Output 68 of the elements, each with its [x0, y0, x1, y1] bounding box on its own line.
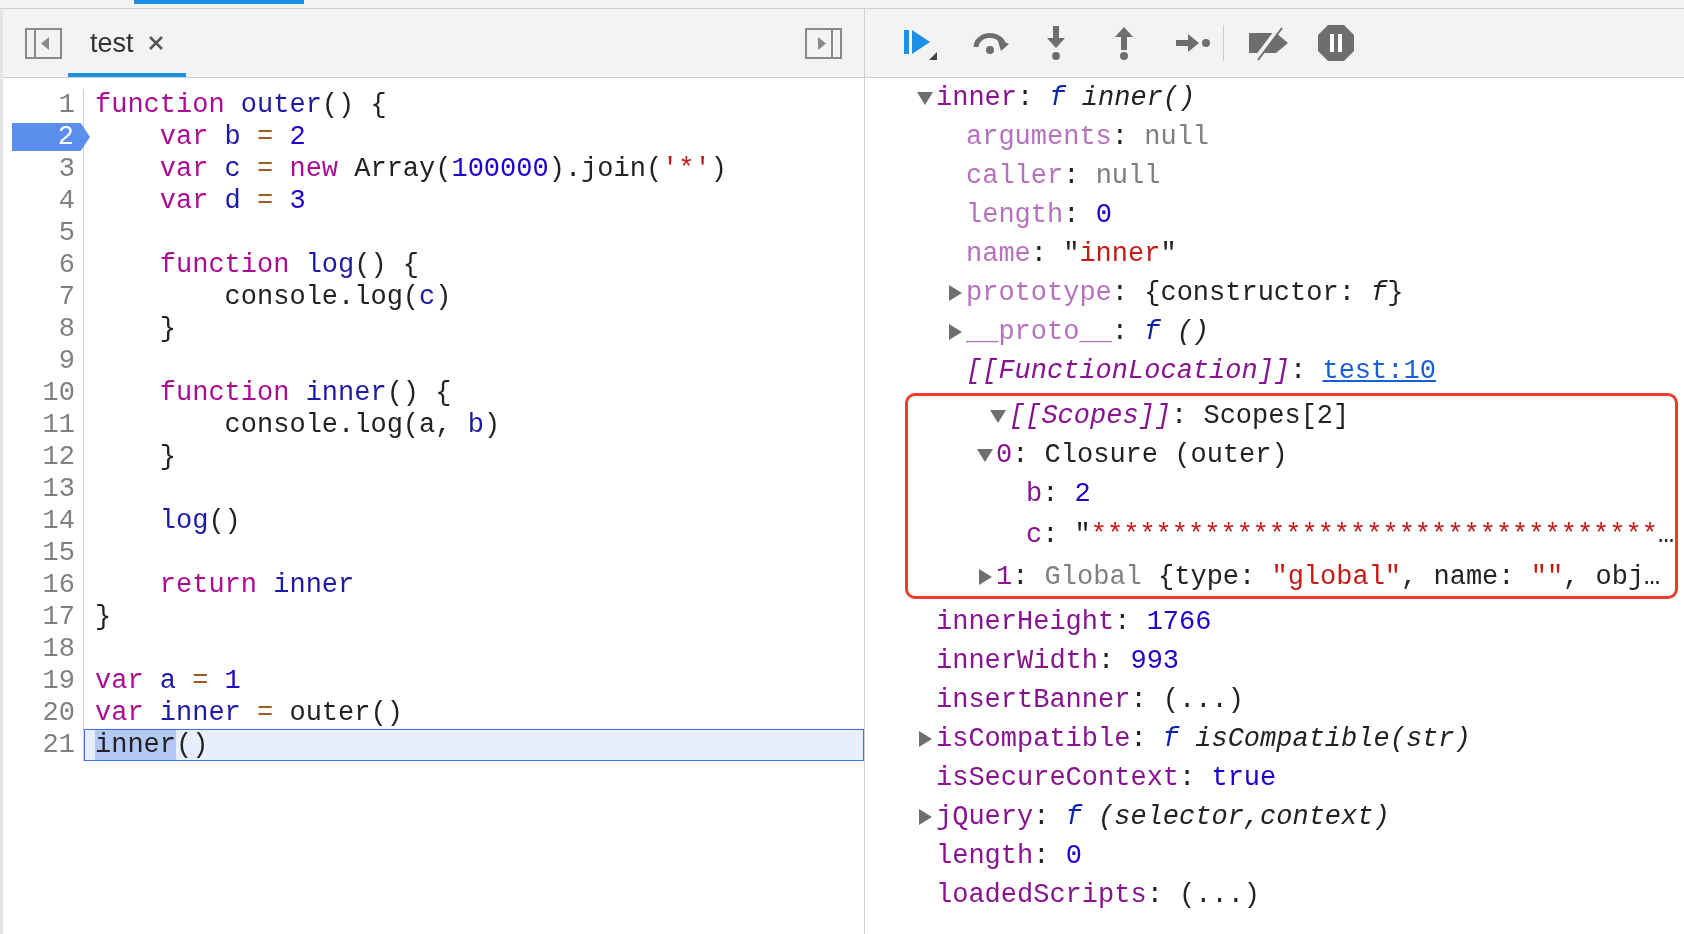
- property-entry: isCompatible: f isCompatible(str): [936, 723, 1471, 754]
- property-entry: 1: Global {type: "global", name: "", obj…: [996, 561, 1661, 592]
- close-icon[interactable]: [147, 35, 164, 51]
- pause-icon: [1316, 23, 1356, 63]
- line-number: 5: [58, 217, 76, 249]
- code-line: var d = 3: [158, 185, 307, 217]
- property-entry: b: 2: [1026, 478, 1091, 509]
- code-line: var inner = outer(): [94, 697, 404, 729]
- line-number: 20: [42, 697, 76, 729]
- property-entry: insertBanner: (...): [936, 684, 1244, 715]
- code-line: }: [158, 313, 177, 345]
- expand-triangle-icon[interactable]: [976, 567, 994, 586]
- line-number: 4: [58, 185, 76, 217]
- line-number: 10: [42, 377, 76, 409]
- code-line: }: [158, 441, 177, 473]
- line-number: 1: [58, 89, 76, 121]
- property-entry: innerHeight: 1766: [936, 606, 1212, 637]
- line-number: 14: [42, 505, 76, 537]
- code-line: log(): [158, 505, 242, 537]
- line-number: 15: [42, 537, 76, 569]
- code-line: function outer() {: [94, 89, 388, 121]
- line-number: 21: [42, 729, 76, 761]
- property-entry: innerWidth: 993: [936, 645, 1180, 676]
- code-line: function inner() {: [158, 377, 453, 409]
- file-tab[interactable]: test: [68, 9, 186, 77]
- line-number: 12: [42, 441, 76, 473]
- expand-triangle-icon[interactable]: [916, 807, 934, 826]
- code-line: }: [94, 601, 113, 633]
- property-entry: 0: Closure (outer): [996, 439, 1288, 470]
- code-line: var c = new Array(100000).join('*'): [158, 153, 728, 185]
- property-entry: [[FunctionLocation]]: test:10: [966, 355, 1436, 386]
- code-line: function log() {: [158, 249, 421, 281]
- code-line: var a = 1: [94, 665, 242, 697]
- line-number: 7: [58, 281, 76, 313]
- property-entry: c: "***********************************…: [1026, 520, 1675, 550]
- property-entry: isSecureContext: true: [936, 762, 1277, 793]
- property-entry: prototype: {constructor: f}: [966, 277, 1404, 308]
- property-entry: length: 0: [936, 840, 1082, 871]
- expand-triangle-icon[interactable]: [916, 729, 934, 748]
- property-entry: jQuery: f (selector,context): [936, 801, 1390, 832]
- show-navigator-icon[interactable]: [25, 27, 62, 59]
- property-entry: caller: null: [966, 160, 1161, 191]
- property-entry: arguments: null: [966, 121, 1210, 152]
- line-number: 13: [42, 473, 76, 505]
- execution-marker[interactable]: 2: [12, 123, 90, 151]
- code-line: return inner: [158, 569, 356, 601]
- property-entry: __proto__: f (): [966, 316, 1210, 347]
- line-number: 17: [42, 601, 76, 633]
- line-number: 8: [58, 313, 76, 345]
- code-line: console.log(c): [223, 281, 453, 313]
- show-debugger-icon[interactable]: [805, 27, 842, 59]
- line-number: 3: [58, 153, 76, 185]
- expand-triangle-icon[interactable]: [946, 283, 964, 302]
- line-number: 9: [58, 345, 76, 377]
- line-number: 6: [58, 249, 76, 281]
- source-link[interactable]: test:10: [1322, 355, 1436, 386]
- property-entry: inner: f inner(): [936, 82, 1196, 113]
- line-number: 11: [42, 409, 76, 441]
- property-entry: loadedScripts: (...): [936, 879, 1261, 910]
- line-number: 18: [42, 633, 76, 665]
- line-number: 16: [42, 569, 76, 601]
- property-entry: [[Scopes]]: Scopes[2]: [1009, 400, 1350, 431]
- property-entry: name: "inner": [966, 238, 1177, 269]
- code-line: console.log(a, b): [223, 409, 502, 441]
- expand-triangle-icon[interactable]: [946, 322, 964, 341]
- property-entry: length: 0: [966, 199, 1112, 230]
- line-number: 19: [42, 665, 76, 697]
- code-line: var b = 2: [158, 121, 307, 153]
